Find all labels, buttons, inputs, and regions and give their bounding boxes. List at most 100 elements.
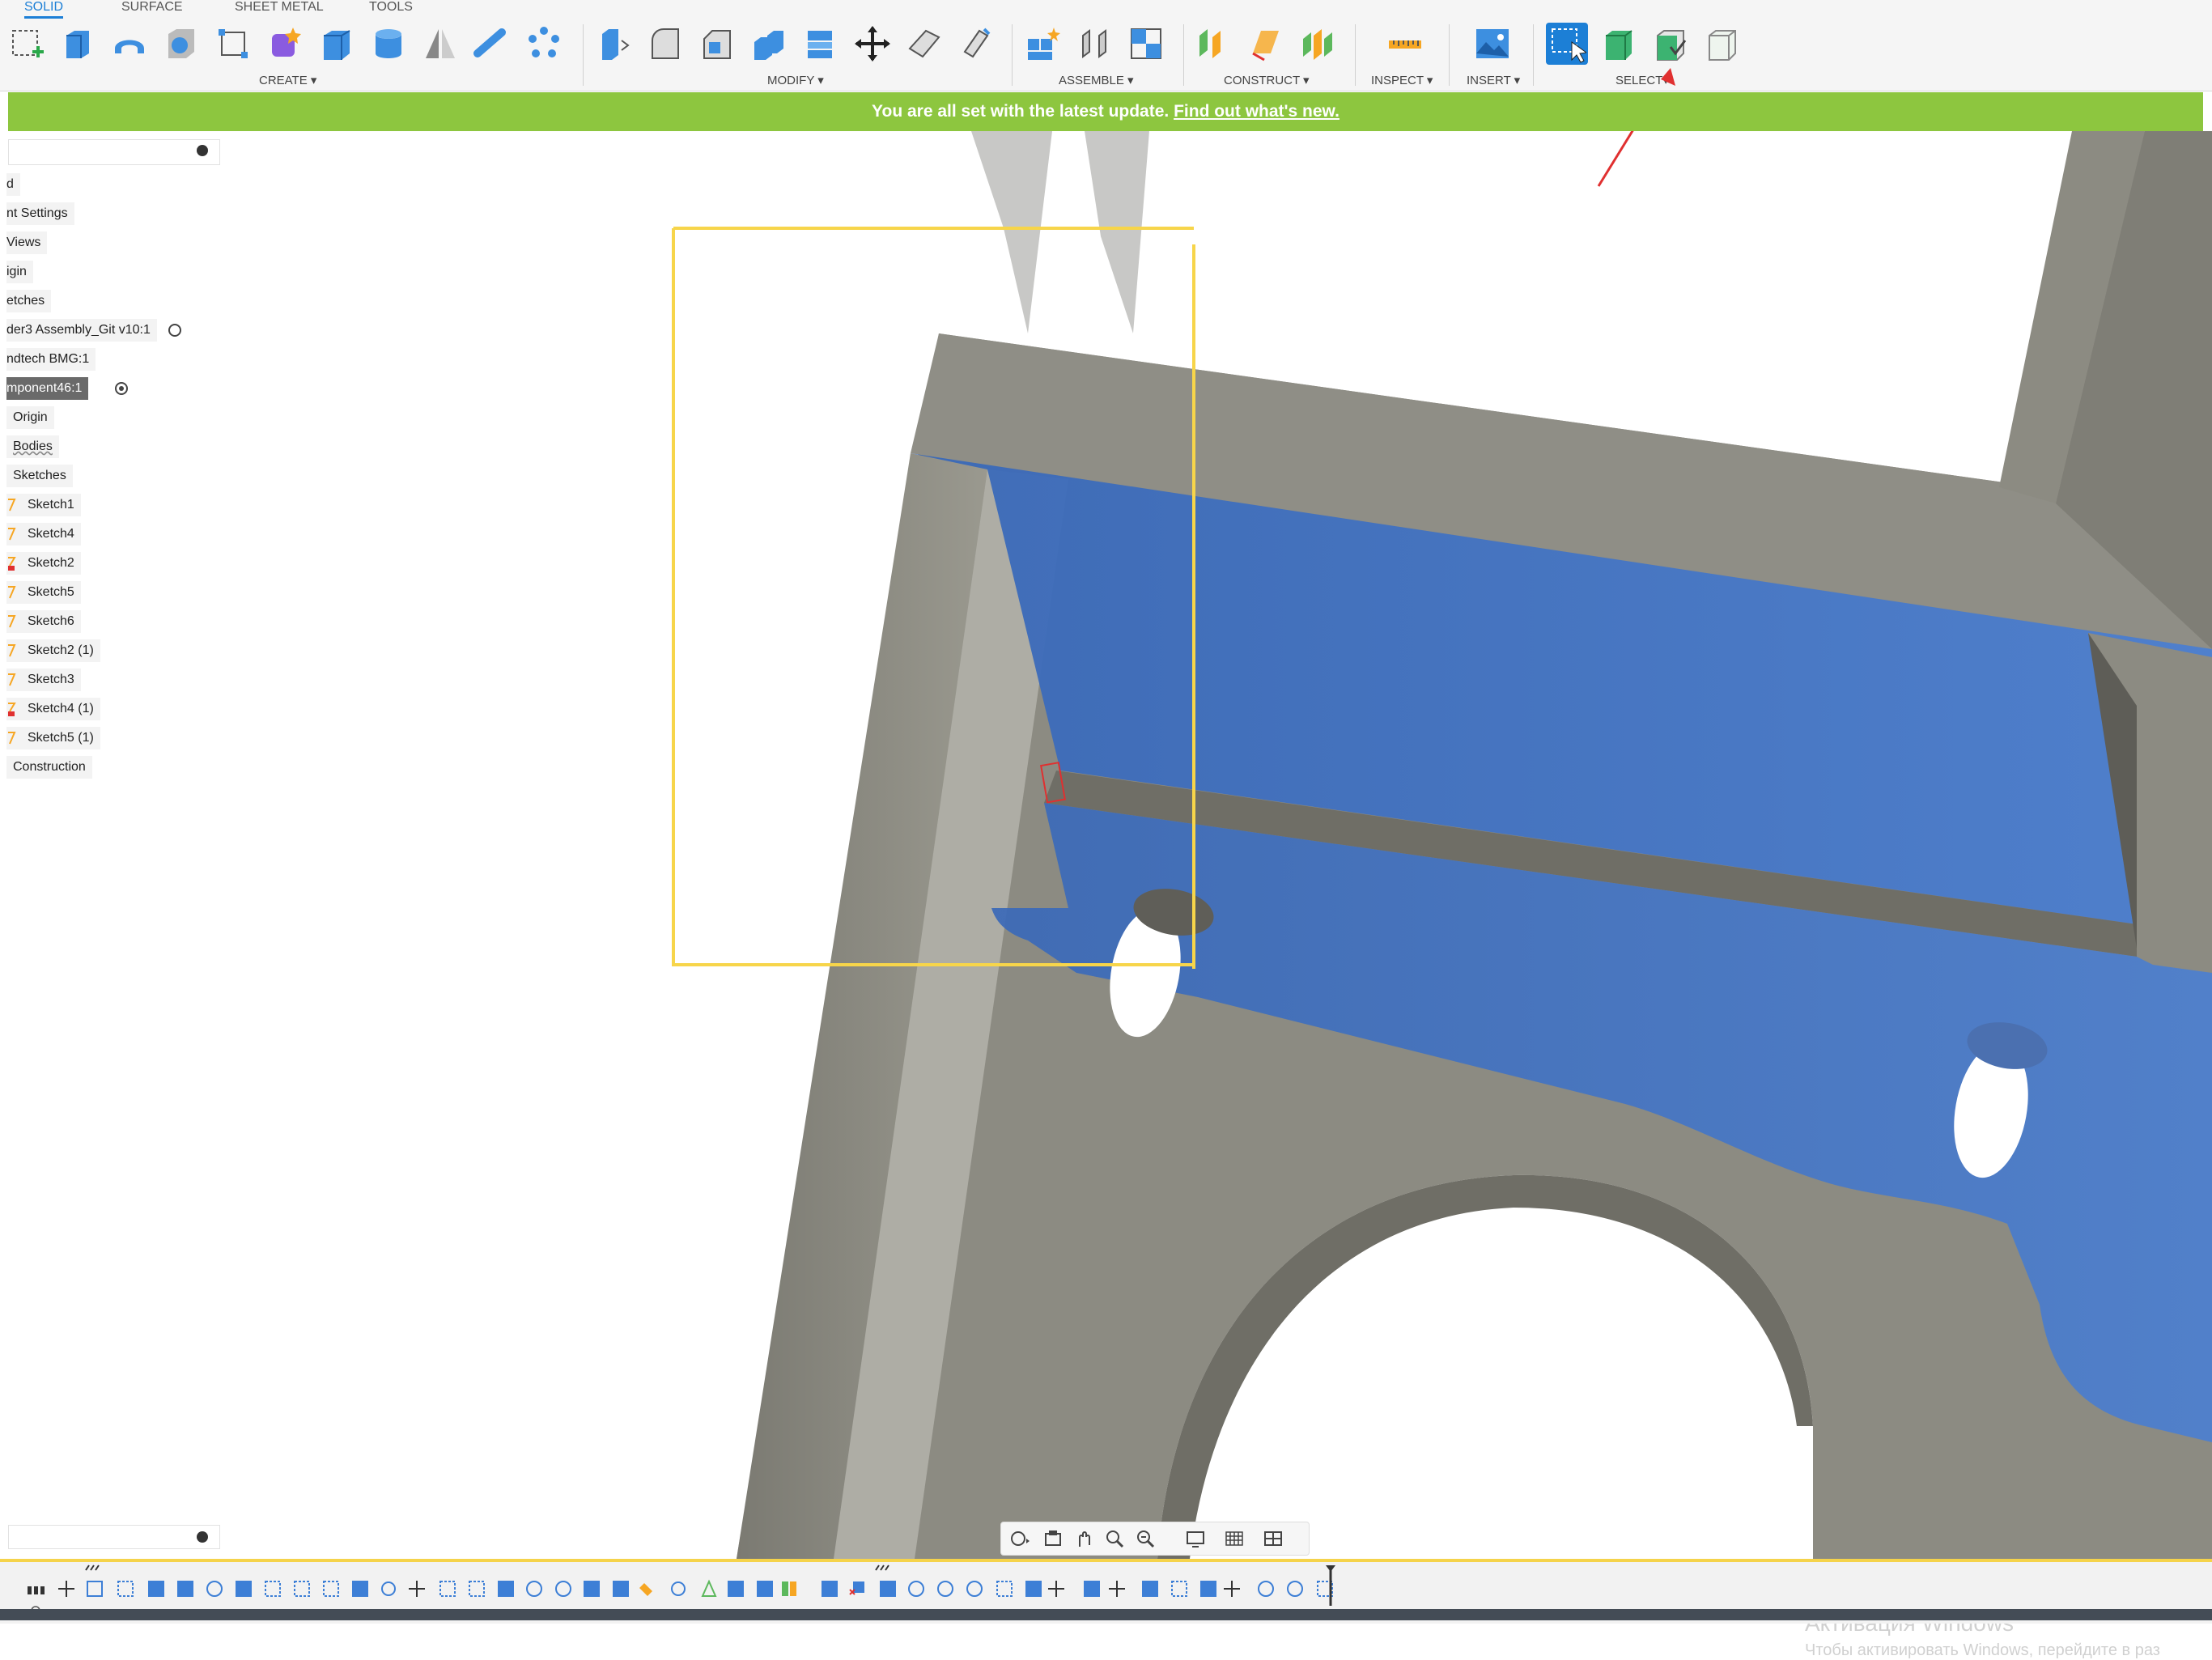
split-face-icon[interactable] [903,23,945,65]
model-canvas[interactable] [0,80,2212,1559]
extrude-icon[interactable] [57,23,99,65]
tree-item-views[interactable]: Views [6,231,48,254]
collapse-browser-icon[interactable] [197,145,208,156]
zoom-icon[interactable] [1102,1527,1129,1550]
insert-canvas-icon[interactable] [1471,23,1514,65]
offset-plane-icon[interactable] [1193,23,1235,65]
tab-solid[interactable]: SOLID [24,0,64,19]
shadow-shape [1085,131,1149,333]
group-divider [1183,24,1184,86]
fit-icon[interactable] [1132,1527,1160,1550]
bottom-scrollbar[interactable] [0,1609,2212,1620]
visibility-radio[interactable] [168,324,181,337]
navigation-bar [1000,1522,1310,1556]
tree-item-sketch[interactable]: Sketch4 (1) [6,698,100,720]
mirror-icon[interactable] [419,23,461,65]
move-icon[interactable] [851,23,894,65]
combine-icon[interactable] [800,23,842,65]
tree-item-sketch[interactable]: Sketch5 [6,581,81,604]
tree-item-sketch[interactable]: Sketch3 [6,669,81,691]
banner-text: You are all set with the latest update. [872,102,1174,121]
as-built-joint-icon[interactable] [1125,23,1167,65]
create-sketch-icon[interactable] [6,23,49,65]
pattern-icon[interactable] [523,23,565,65]
sweep-icon[interactable] [160,23,202,65]
add-comment-icon[interactable] [197,1531,208,1543]
group-label-assemble[interactable]: ASSEMBLE ▾ [1059,73,1134,87]
new-component-icon[interactable] [1021,23,1064,65]
tab-tools[interactable]: TOOLS [369,0,413,16]
sketch-icon [6,614,18,629]
group-label-create[interactable]: CREATE ▾ [259,73,316,87]
loft-icon[interactable] [212,23,254,65]
group-label-inspect[interactable]: INSPECT ▾ [1371,73,1433,87]
tree-item-label: Sketch1 [28,498,74,512]
pan-icon[interactable] [1071,1527,1098,1550]
cylinder-icon[interactable] [367,23,410,65]
tree-item-construction[interactable]: Construction [6,756,92,779]
plane-at-angle-icon[interactable] [1245,23,1287,65]
comments-panel-header[interactable] [8,1525,220,1549]
grid-settings-icon[interactable] [1221,1527,1249,1550]
box-icon[interactable] [316,23,358,65]
sketch-icon [6,673,18,687]
pipe-icon[interactable] [471,23,513,65]
select-edges-icon[interactable] [1701,23,1743,65]
tree-item-sketch[interactable]: Sketch1 [6,494,81,516]
chamfer-icon[interactable] [696,23,738,65]
form-icon[interactable] [264,23,306,65]
tree-item-label: Sketch6 [28,614,74,628]
group-divider [1012,24,1013,86]
group-label-construct[interactable]: CONSTRUCT ▾ [1224,73,1310,87]
sketch-warning-icon [6,556,18,571]
tree-item-sketch[interactable]: Sketch6 [6,610,81,633]
measure-icon[interactable] [1384,23,1426,65]
tree-item-label: Sketch5 (1) [28,731,94,745]
group-divider [1355,24,1356,86]
3d-viewport[interactable]: Активация Windows Чтобы активировать Win… [0,80,2212,1659]
tree-item-settings[interactable]: nt Settings [6,202,74,225]
select-bodies-icon[interactable] [1598,23,1640,65]
browser-panel-header[interactable] [8,139,220,165]
display-settings-icon[interactable] [1182,1527,1210,1550]
tree-item-label: Sketch5 [28,585,74,599]
tree-item-component-origin[interactable]: Origin [6,406,54,429]
select-faces-icon[interactable] [1649,23,1692,65]
tree-item-label: Sketch3 [28,673,74,686]
press-pull-icon[interactable] [592,23,635,65]
tree-item-component-active[interactable]: mponent46:1 [6,377,89,400]
shell-icon[interactable] [748,23,790,65]
tab-sheet-metal[interactable]: SHEET METAL [235,0,324,16]
shadow-shape [971,131,1052,333]
group-label-insert[interactable]: INSERT ▾ [1467,73,1520,87]
revolve-icon[interactable] [108,23,151,65]
ribbon-toolbar: SOLID SURFACE SHEET METAL TOOLS CREATE ▾ [0,0,2212,91]
whats-new-link[interactable]: Find out what's new. [1174,102,1340,121]
orbit-icon[interactable] [1006,1527,1034,1550]
red-arrow-head-icon [1661,68,1675,86]
tree-item-bodies[interactable]: Bodies [6,435,59,458]
midplane-icon[interactable] [1297,23,1339,65]
window-select-icon[interactable] [1546,23,1588,65]
tree-item-component-sketches[interactable]: Sketches [6,465,73,487]
tree-item-document[interactable]: d [6,173,20,196]
tree-item-sketch[interactable]: Sketch2 [6,552,81,575]
timeline-group-markers [85,1564,889,1571]
group-label-modify[interactable]: MODIFY ▾ [767,73,824,87]
sketch-icon [6,527,18,541]
tree-item-origin[interactable]: igin [6,261,33,283]
tree-item-sketch[interactable]: Sketch2 (1) [6,639,100,662]
tree-item-assembly[interactable]: der3 Assembly_Git v10:1 [6,319,157,342]
tree-item-bmg[interactable]: ndtech BMG:1 [6,348,96,371]
active-component-radio[interactable] [115,382,128,395]
joint-icon[interactable] [1073,23,1115,65]
tree-item-sketch[interactable]: Sketch5 (1) [6,727,100,749]
fillet-icon[interactable] [644,23,686,65]
viewports-icon[interactable] [1260,1527,1288,1550]
look-at-icon[interactable] [1040,1527,1068,1550]
tab-surface[interactable]: SURFACE [121,0,183,16]
tree-item-label: Sketch2 (1) [28,643,94,657]
tree-item-sketch[interactable]: Sketch4 [6,523,81,546]
tree-item-sketches[interactable]: etches [6,290,52,312]
scale-icon[interactable] [955,23,997,65]
